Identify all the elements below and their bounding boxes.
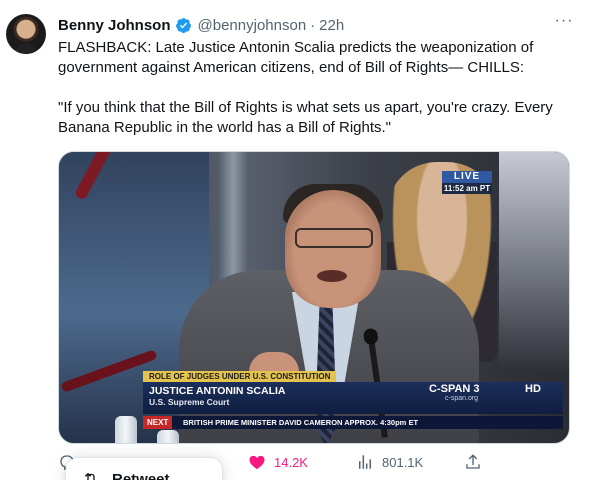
heart-icon xyxy=(249,455,265,470)
analytics-icon xyxy=(359,455,371,469)
next-label: NEXT xyxy=(143,416,173,429)
speaker-mouth xyxy=(317,270,347,282)
retweet-icon xyxy=(84,472,95,480)
tweet-timestamp[interactable]: 22h xyxy=(319,17,344,34)
speaker-glasses xyxy=(295,228,373,248)
verified-badge-icon xyxy=(175,17,191,33)
like-count: 14.2K xyxy=(274,454,308,470)
retweet-menu: Retweet xyxy=(66,458,222,480)
tweet-text: FLASHBACK: Late Justice Antonin Scalia p… xyxy=(58,39,553,136)
topic-tag: ROLE OF JUDGES UNDER U.S. CONSTITUTION xyxy=(143,371,337,382)
share-icon xyxy=(466,454,480,469)
tweet-video[interactable]: LIVE 11:52 am PT ROLE OF JUDGES UNDER U.… xyxy=(58,151,570,444)
speaker-name-caption: JUSTICE ANTONIN SCALIA xyxy=(149,385,286,397)
speaker-title-caption: U.S. Supreme Court xyxy=(149,397,230,407)
network-logo: C-SPAN 3 xyxy=(429,383,480,395)
share-button[interactable] xyxy=(464,452,490,472)
speaker-face xyxy=(285,190,381,308)
live-time: 11:52 am PT xyxy=(442,183,492,194)
like-button[interactable]: 14.2K xyxy=(248,452,308,472)
retweet-label: Retweet xyxy=(112,470,170,480)
next-ticker-text: BRITISH PRIME MINISTER DAVID CAMERON APP… xyxy=(183,418,419,427)
more-dots-icon[interactable]: ··· xyxy=(552,12,576,36)
background-person-right xyxy=(499,152,569,372)
view-count: 801.1K xyxy=(382,454,424,470)
network-url: c-span.org xyxy=(445,395,479,402)
author-handle[interactable]: @bennyjohnson xyxy=(198,17,307,34)
water-bottle-2 xyxy=(157,430,179,443)
author-avatar[interactable] xyxy=(6,14,46,54)
live-badge: LIVE xyxy=(442,171,492,183)
tweet-header: Benny Johnson @bennyjohnson · 22h xyxy=(58,15,344,35)
retweet-menu-item[interactable]: Retweet xyxy=(82,470,170,480)
views-button[interactable]: 801.1K xyxy=(356,452,423,472)
hd-badge: HD xyxy=(525,383,541,395)
author-name[interactable]: Benny Johnson xyxy=(58,17,171,34)
water-bottle xyxy=(115,416,137,443)
separator-dot: · xyxy=(310,16,316,34)
